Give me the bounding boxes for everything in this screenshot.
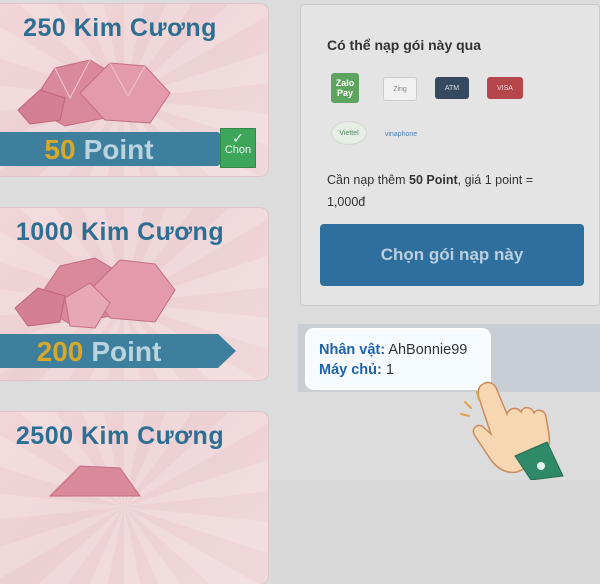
hand-pointer-icon [460,381,564,480]
package-card-2500[interactable]: 2500 Kim Cương [0,412,268,584]
payment-panel: Có thể nạp gói này qua Zalo Pay Zing ATM… [300,4,600,306]
points-ribbon: 50 Point [0,132,236,166]
package-title: 250 Kim Cương [23,14,217,42]
server-line: Máy chủ: 1 [319,362,394,378]
vinaphone-label: vinaphone [384,130,418,138]
diamond-icon [14,257,176,329]
zalopay-logo[interactable]: Zalo Pay [331,73,359,103]
points-label: Point [91,336,162,367]
diamond-icon [48,465,141,497]
package-title: 2500 Kim Cương [15,422,225,450]
points-label: Point [83,134,154,165]
selected-check[interactable]: ✓ Chọn [220,128,256,168]
rate-text: 1,000đ [327,195,366,209]
server-label: Máy chủ: [319,362,382,378]
package-card-1000[interactable]: 1000 Kim Cương 200 Point [0,208,268,380]
need-points-text: Cần nạp thêm 50 Point, giá 1 point = [327,173,534,187]
check-icon: ✓ [232,130,244,146]
viettel-label: Viettel [339,129,359,137]
need-amount: 50 Point [409,173,458,187]
character-name-value: AhBonnie99 [388,342,468,358]
zing-logo[interactable]: Zing [383,77,417,101]
points-value: 50 [44,134,76,165]
zalopay-label: Zalo Pay [335,78,355,98]
character-name-line: Nhân vật: AhBonnie99 [319,342,467,358]
package-title: 1000 Kim Cương [15,218,225,246]
vinaphone-logo[interactable]: vinaphone [379,123,423,145]
choose-package-button[interactable]: Chọn gói nạp này [320,224,584,286]
payment-title: Có thể nạp gói này qua [327,37,482,53]
server-value: 1 [385,362,394,378]
diamond-icon [17,59,171,127]
package-card-250[interactable]: 250 Kim Cương 50 Point ✓ Chọn [0,4,268,176]
zing-label: Zing [393,85,407,93]
points-ribbon: 200 Point [0,334,236,368]
visa-label: VISA [497,84,513,92]
viettel-logo[interactable]: Viettel [331,121,367,145]
selected-label: Chọn [224,144,252,156]
visa-logo[interactable]: VISA [487,77,523,99]
atm-label: ATM [444,84,460,92]
atm-logo[interactable]: ATM [435,77,469,99]
character-name-label: Nhân vật: [319,342,386,358]
points-value: 200 [36,336,84,367]
